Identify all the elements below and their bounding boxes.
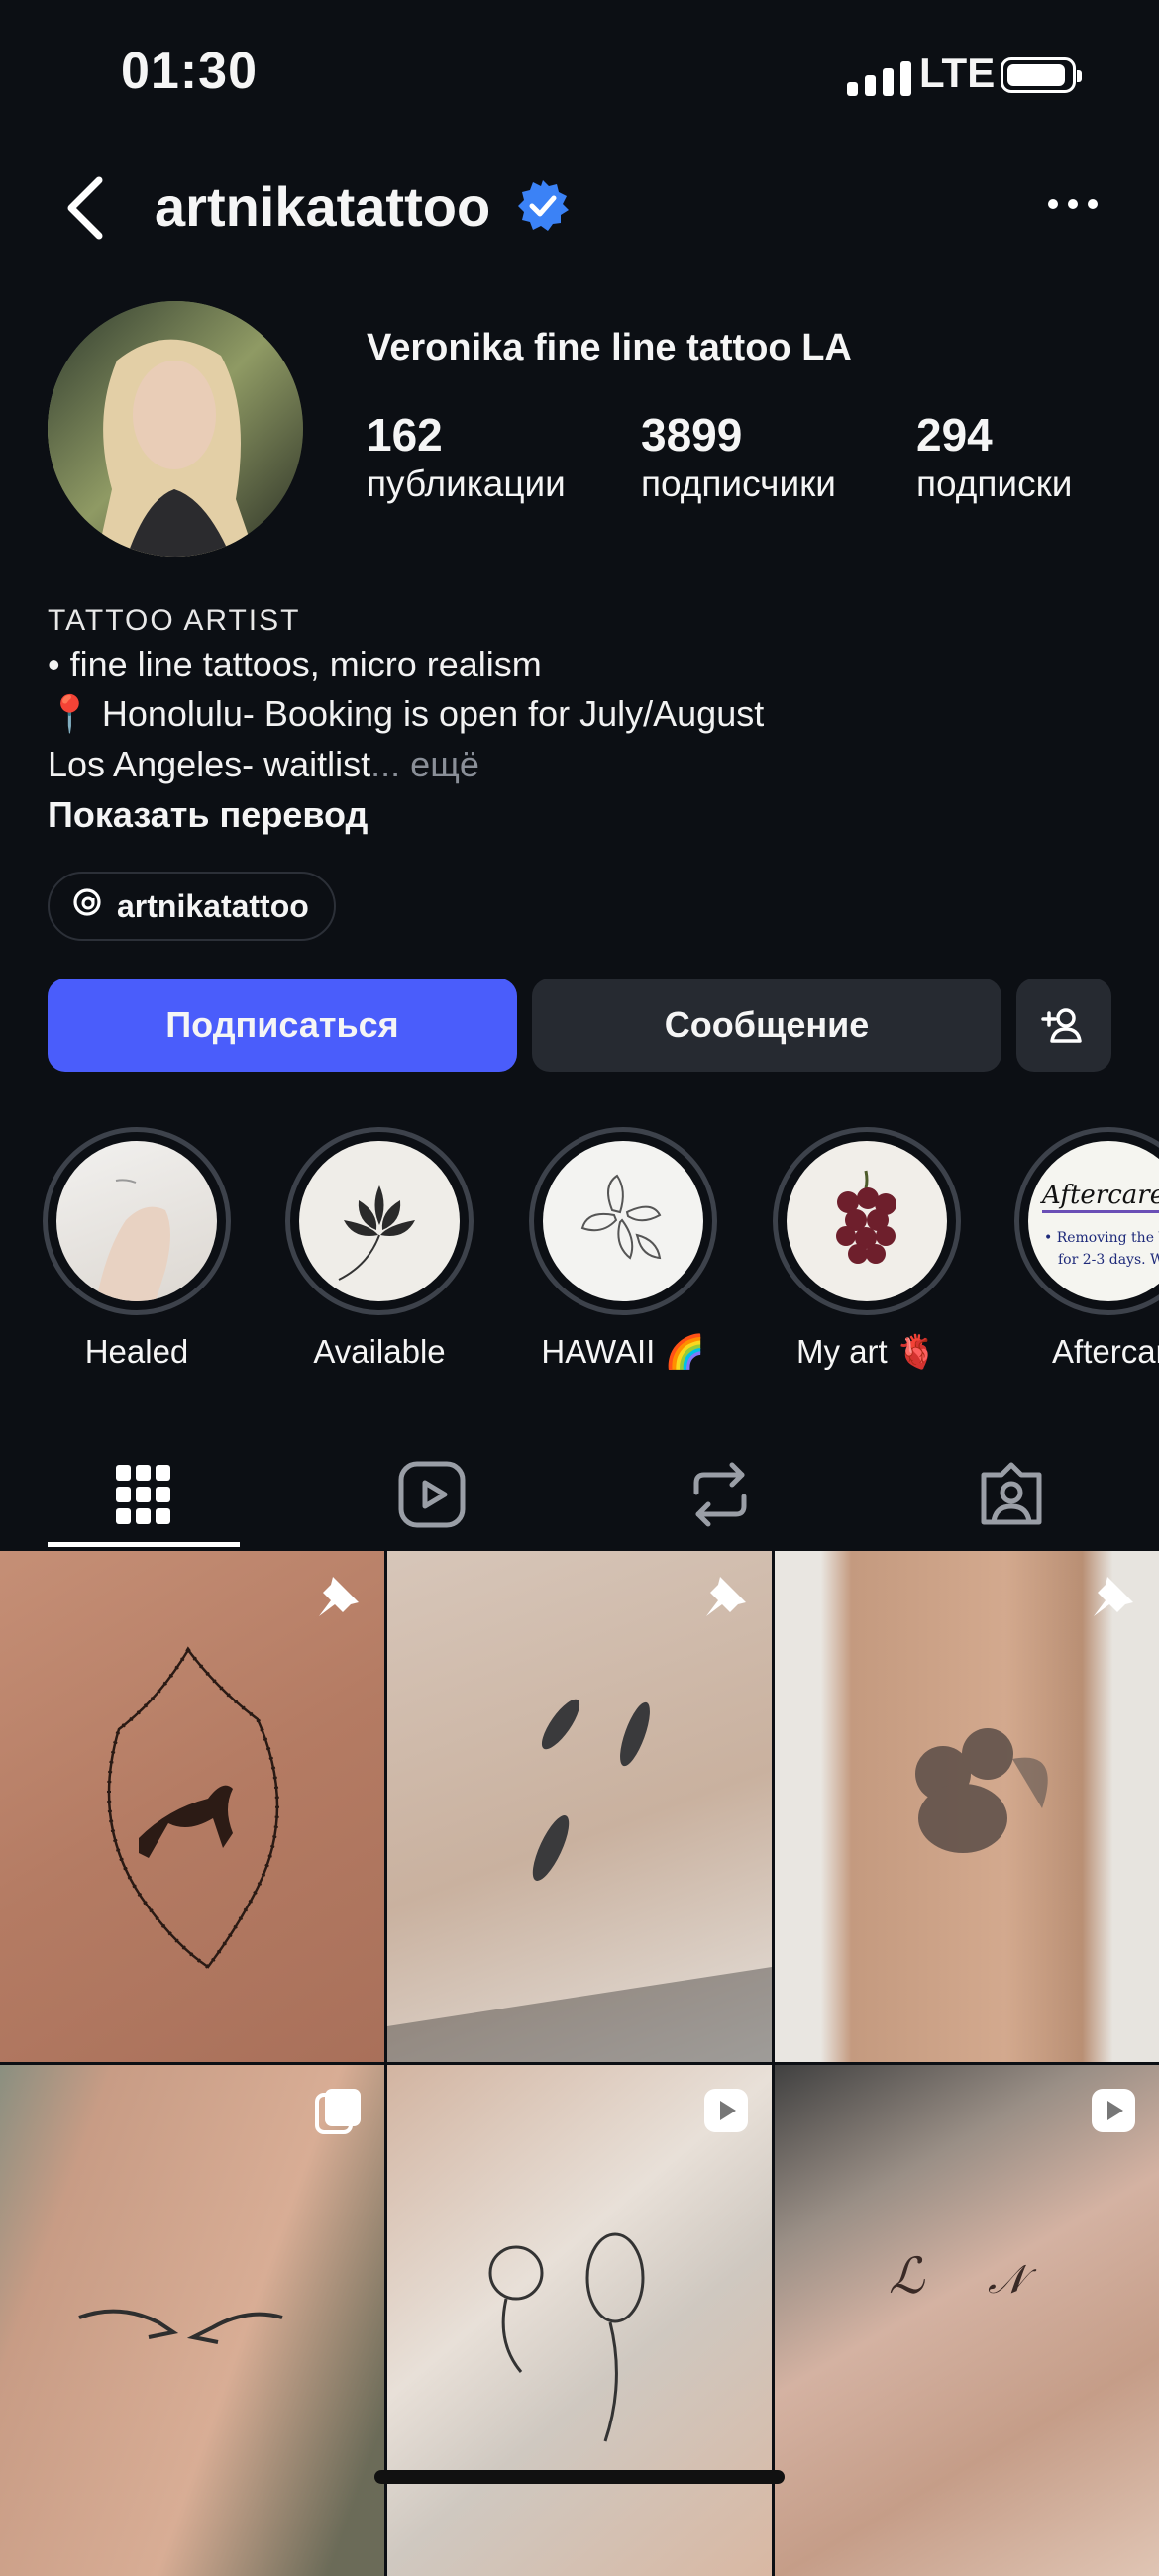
show-translation-link[interactable]: Показать перевод bbox=[48, 794, 368, 836]
stat-posts-value: 162 bbox=[367, 409, 443, 461]
home-indicator[interactable] bbox=[374, 2470, 785, 2484]
svg-text:ℒ: ℒ bbox=[889, 2247, 925, 2305]
grid-icon bbox=[116, 1465, 170, 1524]
tab-reels[interactable] bbox=[336, 1441, 528, 1548]
reposts-icon bbox=[693, 1462, 747, 1527]
tab-posts-grid[interactable] bbox=[48, 1441, 240, 1548]
tab-tagged[interactable] bbox=[915, 1441, 1107, 1548]
bio-line: Los Angeles- waitlist... ещё bbox=[48, 744, 479, 785]
post-tile[interactable] bbox=[0, 1551, 384, 2062]
battery-icon bbox=[1001, 57, 1082, 93]
bio-more-link[interactable]: ... ещё bbox=[370, 744, 479, 784]
highlight-label: Aftercare bbox=[1052, 1333, 1159, 1370]
threads-handle: artnikatattoo bbox=[117, 887, 309, 924]
highlight-label: Healed bbox=[84, 1333, 189, 1370]
post-tile[interactable]: ℒ 𝒩 bbox=[775, 2065, 1159, 2576]
highlight-label: Available bbox=[313, 1333, 446, 1370]
tab-reposts[interactable] bbox=[624, 1441, 816, 1548]
back-button[interactable] bbox=[57, 168, 117, 248]
stat-followers-value: 3899 bbox=[641, 409, 743, 461]
message-button[interactable]: Сообщение bbox=[532, 979, 1001, 1072]
stat-following-label: подписки bbox=[916, 464, 1073, 504]
reel-icon bbox=[704, 2089, 748, 2132]
reel-icon bbox=[1092, 2089, 1135, 2132]
highlight-healed[interactable]: Healed bbox=[41, 1127, 233, 1371]
svg-text:𝒩: 𝒩 bbox=[988, 2257, 1037, 2303]
pin-icon bbox=[706, 1577, 746, 1616]
more-options-icon[interactable] bbox=[1045, 194, 1101, 214]
highlight-label: HAWAII 🌈 bbox=[541, 1333, 705, 1370]
signal-icon bbox=[847, 61, 911, 96]
threads-icon bbox=[71, 886, 103, 926]
reels-icon bbox=[398, 1461, 466, 1528]
stat-posts[interactable]: 162 публикации bbox=[367, 408, 566, 505]
status-time: 01:30 bbox=[121, 43, 258, 100]
bio-line-text: Los Angeles- waitlist bbox=[48, 744, 371, 784]
avatar[interactable] bbox=[48, 301, 303, 557]
highlight-available[interactable]: Available bbox=[283, 1127, 475, 1371]
threads-link-chip[interactable]: artnikatattoo bbox=[48, 872, 336, 941]
display-name: Veronika fine line tattoo LA bbox=[367, 327, 852, 368]
stat-followers-label: подписчики bbox=[641, 464, 836, 504]
highlight-hawaii[interactable]: HAWAII 🌈 bbox=[527, 1127, 719, 1372]
post-tile[interactable] bbox=[387, 1551, 772, 2062]
carousel-icon bbox=[315, 2089, 361, 2134]
pin-icon bbox=[1094, 1577, 1133, 1616]
active-tab-indicator bbox=[48, 1542, 240, 1547]
pin-icon bbox=[319, 1577, 359, 1616]
highlight-label: My art 🫀 bbox=[796, 1333, 937, 1370]
highlight-my-art[interactable]: My art 🫀 bbox=[771, 1127, 963, 1372]
bio-line: • fine line tattoos, micro realism bbox=[48, 644, 542, 684]
post-tile[interactable] bbox=[0, 2065, 384, 2576]
aftercare-thumb-line: for 2-3 days. W bbox=[1058, 1252, 1159, 1268]
verified-badge-icon bbox=[515, 178, 571, 234]
follow-button[interactable]: Подписаться bbox=[48, 979, 517, 1072]
profile-username: artnikatattoo bbox=[155, 175, 491, 238]
aftercare-thumb-title: Aftercare bbox=[1042, 1181, 1159, 1213]
tagged-icon bbox=[981, 1462, 1042, 1525]
post-tile[interactable] bbox=[775, 1551, 1159, 2062]
stat-followers[interactable]: 3899 подписчики bbox=[641, 408, 836, 505]
stat-following[interactable]: 294 подписки bbox=[916, 408, 1072, 505]
highlight-aftercare[interactable]: Aftercare • Removing the Wrap for 2-3 da… bbox=[1012, 1127, 1159, 1371]
network-label: LTE bbox=[919, 50, 996, 96]
profile-category: TATTOO ARTIST bbox=[48, 604, 301, 637]
add-person-icon bbox=[1041, 1008, 1082, 1043]
post-tile[interactable] bbox=[387, 2065, 772, 2576]
suggested-users-button[interactable] bbox=[1016, 979, 1111, 1072]
stat-following-value: 294 bbox=[916, 409, 993, 461]
stat-posts-label: публикации bbox=[367, 464, 566, 504]
bio-line: 📍 Honolulu- Booking is open for July/Aug… bbox=[48, 693, 765, 734]
aftercare-thumb-line: • Removing the Wrap bbox=[1044, 1230, 1159, 1246]
